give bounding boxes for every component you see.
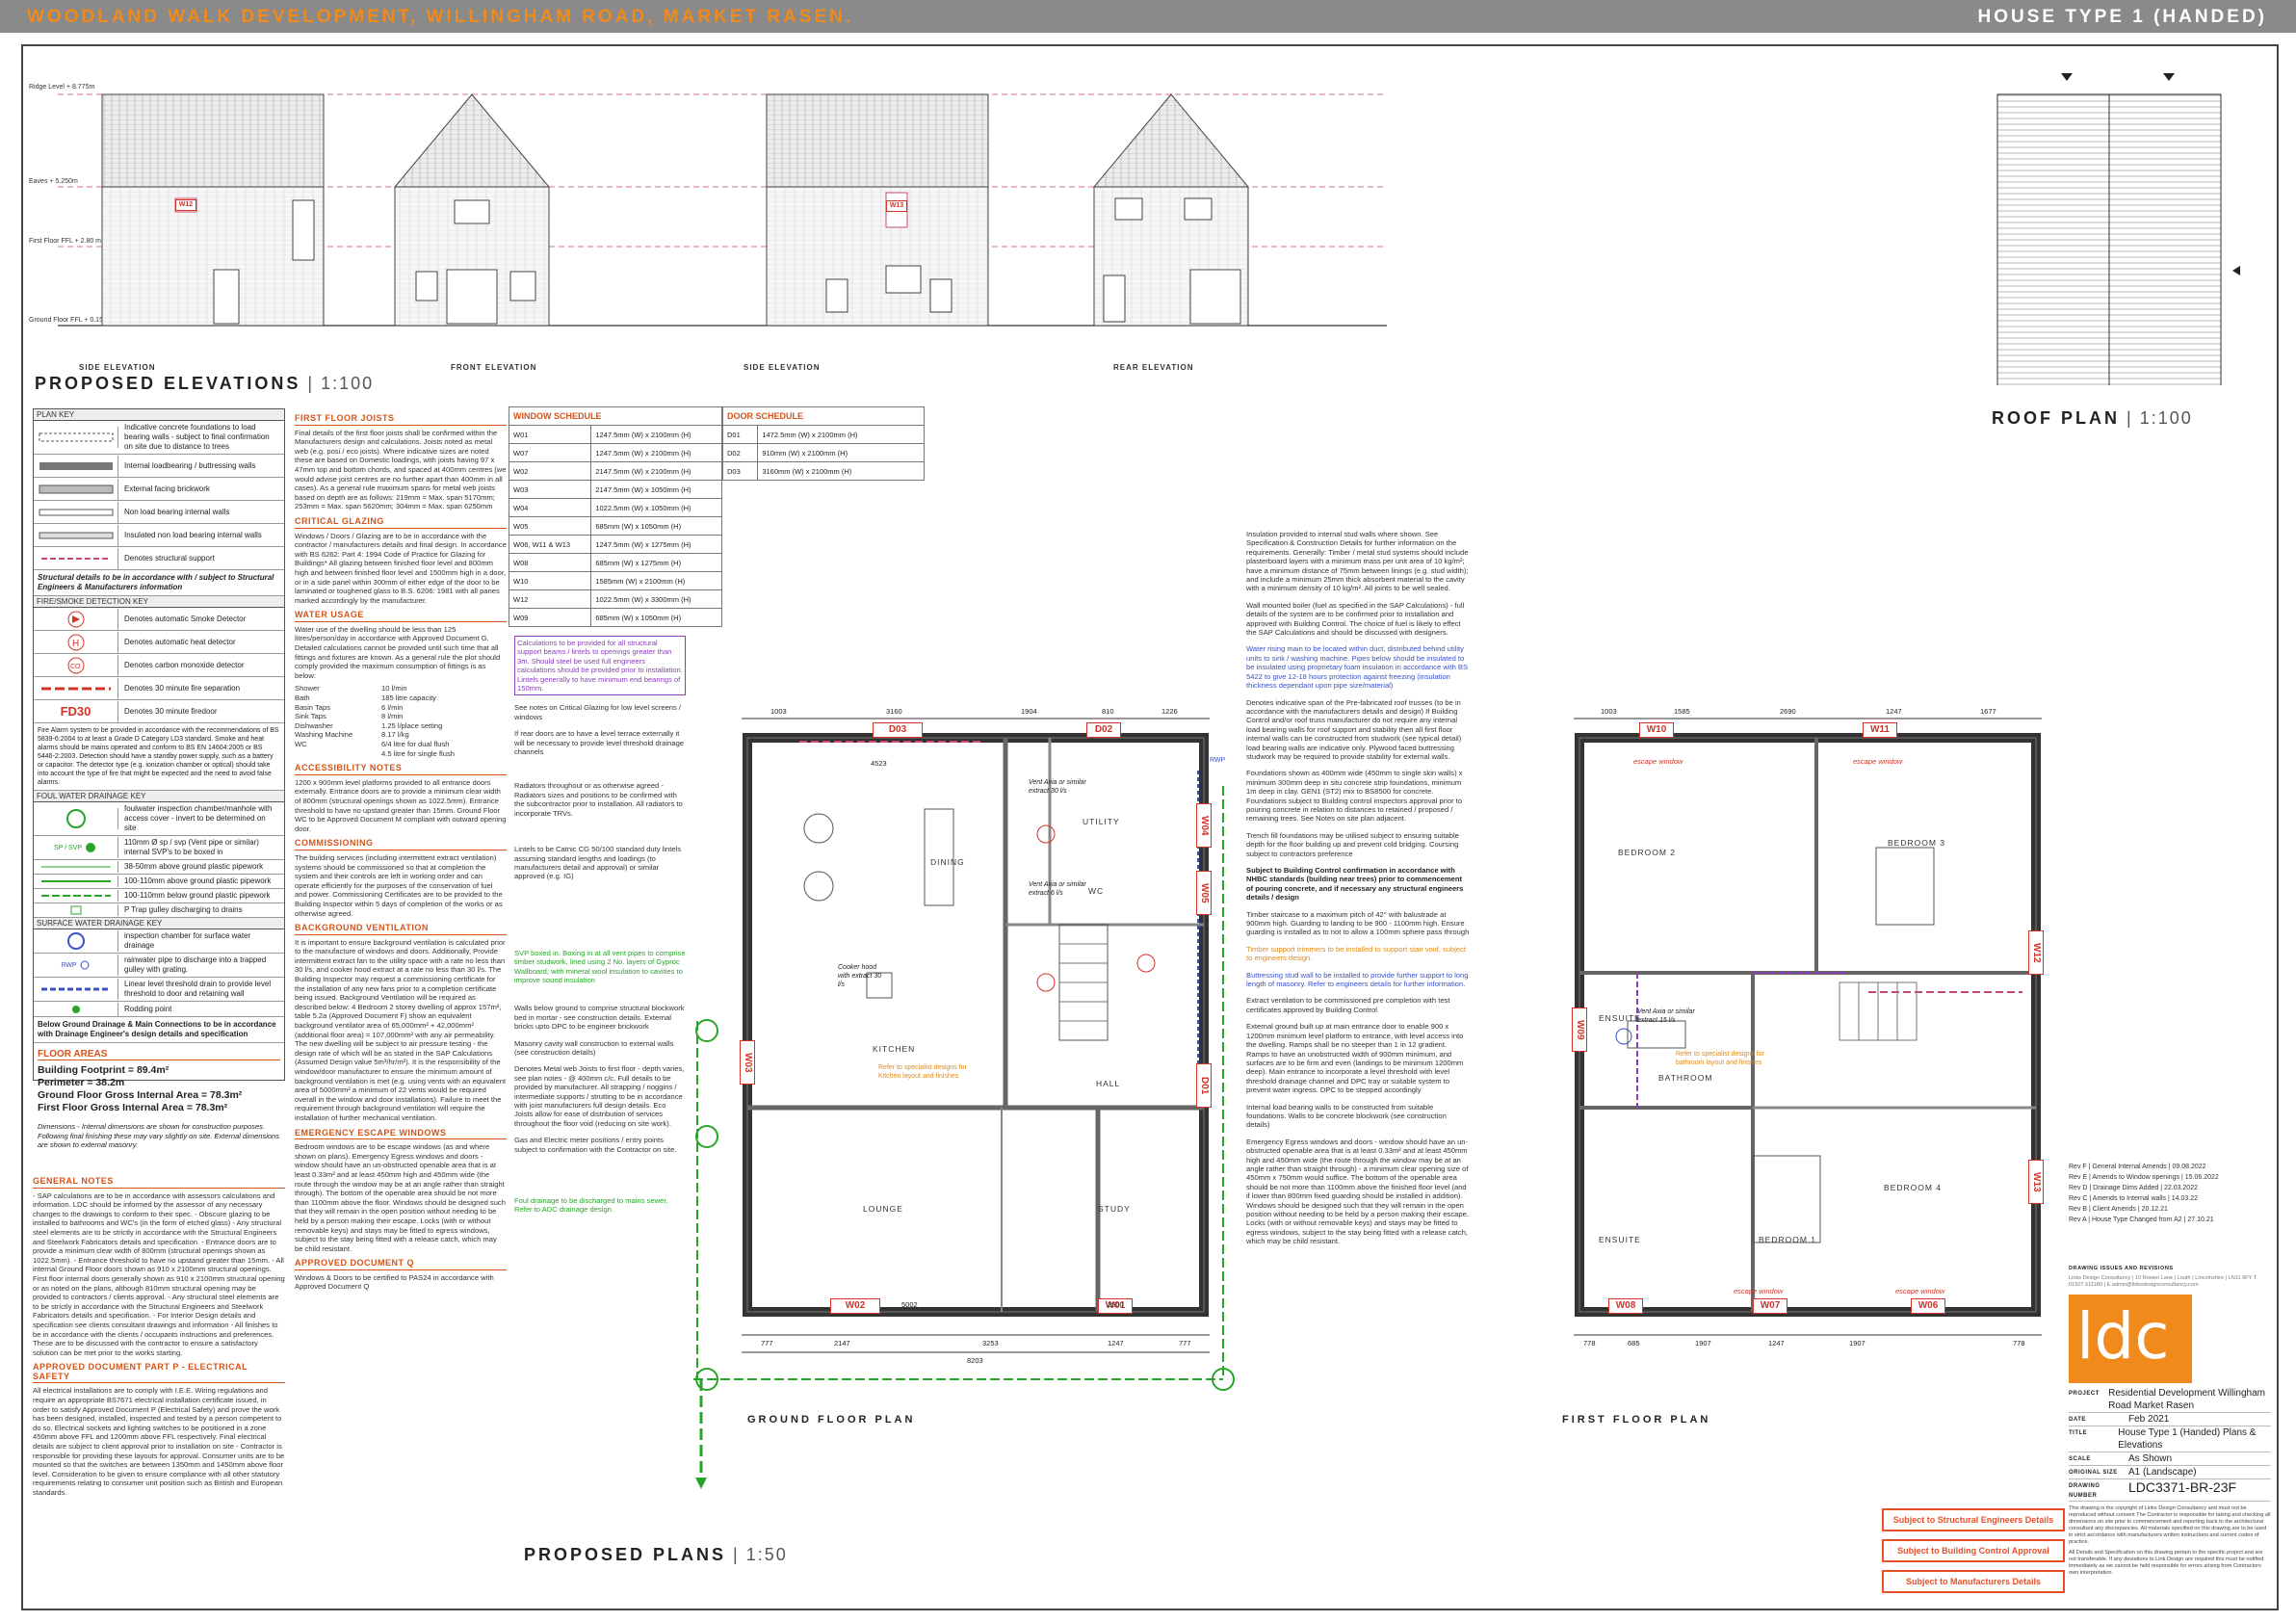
tag-d03: D03 <box>873 722 923 738</box>
ff-dim-top-3: 2690 <box>1780 707 1796 716</box>
dim-top-5: 1226 <box>1161 707 1178 716</box>
title-block: Rev F | General Internal Amends | 09.08.… <box>2069 1162 2271 1601</box>
tag-w11: W11 <box>1863 722 1897 738</box>
tag-w03: W03 <box>740 1040 755 1085</box>
dim-inner-bottom-1: 5002 <box>901 1300 918 1309</box>
room-utility: UTILITY <box>1083 817 1120 826</box>
room-bedroom-1: BEDROOM 1 <box>1759 1235 1817 1244</box>
proposed-plans-title: PROPOSED PLANS | 1:50 <box>524 1545 788 1564</box>
bathroom-design-note: Refer to specialist designs for bathroom… <box>1676 1051 1764 1066</box>
kitchen-design-note: Refer to specialist designs for Kitchen … <box>878 1064 967 1080</box>
room-wc: WC <box>1088 886 1105 896</box>
dim-bottom-1: 777 <box>761 1339 773 1347</box>
tag-w06: W06 <box>1911 1298 1945 1314</box>
tag-d02: D02 <box>1086 722 1121 738</box>
vent-note-utility: Vent Axia or similar extract 30 l/s <box>1029 779 1086 795</box>
ff-dim-bottom-5: 1907 <box>1849 1339 1866 1347</box>
practice-address: Links Design Consultancy | 10 Rowen Lane… <box>2069 1275 2257 1288</box>
escape-window-label-1: escape window <box>1633 757 1683 766</box>
room-lounge: LOUNGE <box>863 1204 903 1214</box>
room-bedroom-3: BEDROOM 3 <box>1888 838 1946 848</box>
escape-window-label-3: escape window <box>1734 1287 1784 1295</box>
drawing-issues-label: DRAWING ISSUES AND REVISIONS <box>2069 1266 2174 1271</box>
ground-floor-title: GROUND FLOOR PLAN <box>747 1414 916 1426</box>
first-floor-title: FIRST FLOOR PLAN <box>1562 1414 1711 1426</box>
room-hall: HALL <box>1096 1079 1121 1088</box>
dim-top-1: 1003 <box>770 707 787 716</box>
project-row: PROJECT Residential Development Willingha… <box>2069 1387 2271 1413</box>
tag-w13: W13 <box>2028 1160 2044 1204</box>
dim-inner-top: 4523 <box>871 759 887 768</box>
rwp-label: RWP <box>1210 757 1226 764</box>
cooker-hood-note: Cooker hood with extract 30 l/s <box>838 964 882 988</box>
dim-overall: 8203 <box>967 1356 983 1365</box>
scale-row: SCALE As Shown <box>2069 1452 2271 1466</box>
ff-dim-bottom-6: 778 <box>2013 1339 2025 1347</box>
tag-w09: W09 <box>1572 1007 1587 1052</box>
revision-item: Rev D | Drainage Dims Added | 22.03.2022 <box>2069 1185 2198 1191</box>
room-bedroom-4: BEDROOM 4 <box>1884 1183 1943 1192</box>
tag-w10: W10 <box>1639 722 1674 738</box>
room-kitchen: KITCHEN <box>873 1044 916 1054</box>
ff-dim-bottom-2: 685 <box>1628 1339 1640 1347</box>
floor-plans-drawing <box>693 718 2042 1489</box>
dim-bottom-5: 777 <box>1179 1339 1191 1347</box>
number-row: DRAWING NUMBER LDC3371-BR-23F <box>2069 1479 2271 1502</box>
ff-dim-top-2: 1585 <box>1674 707 1690 716</box>
room-bedroom-2: BEDROOM 2 <box>1618 848 1677 857</box>
title-row: TITLE House Type 1 (Handed) Plans & Eleva… <box>2069 1426 2271 1452</box>
tag-w08: W08 <box>1608 1298 1643 1314</box>
ff-dim-bottom-3: 1907 <box>1695 1339 1711 1347</box>
ldc-logo: ldc <box>2069 1295 2192 1383</box>
dim-top-3: 1904 <box>1021 707 1037 716</box>
size-row: ORIGINAL SIZE A1 (Landscape) <box>2069 1466 2271 1479</box>
room-dining: DINING <box>930 857 965 867</box>
dim-inner-bottom-2: 2500 <box>1108 1300 1124 1309</box>
revision-item: Rev F | General Internal Amends | 09.08.… <box>2069 1164 2206 1170</box>
ff-dim-bottom-4: 1247 <box>1768 1339 1785 1347</box>
disclaimer-note: All Details and Specification on this dr… <box>2069 1550 2264 1576</box>
tag-w02: W02 <box>830 1298 880 1314</box>
tag-w07: W07 <box>1753 1298 1787 1314</box>
ff-dim-top-4: 1247 <box>1886 707 1902 716</box>
escape-window-label-2: escape window <box>1853 757 1903 766</box>
dim-top-4: 810 <box>1102 707 1114 716</box>
date-row: DATE Feb 2021 <box>2069 1413 2271 1426</box>
tag-w05: W05 <box>1196 871 1212 915</box>
dim-top-2: 3160 <box>886 707 902 716</box>
subject-manufacturers: Subject to Manufacturers Details <box>1882 1570 2065 1593</box>
ff-dim-bottom-1: 778 <box>1583 1339 1596 1347</box>
room-bathroom: BATHROOM <box>1658 1073 1713 1083</box>
ground-floor-plan <box>693 718 1235 1489</box>
room-ensuite-2: ENSUITE <box>1599 1235 1641 1244</box>
ff-dim-top-1: 1003 <box>1601 707 1617 716</box>
vent-note-wc: Vent Axia or similar extract 6 l/s <box>1029 881 1086 897</box>
ff-dim-top-5: 1677 <box>1980 707 1996 716</box>
dim-bottom-2: 2147 <box>834 1339 850 1347</box>
revision-item: Rev A | House Type Changed from A2 | 27.… <box>2069 1216 2214 1223</box>
revision-item: Rev E | Amends to Window openings | 15.0… <box>2069 1174 2219 1181</box>
revision-item: Rev B | Client Amends | 20.12.21 <box>2069 1206 2168 1213</box>
copyright-note: This drawing is the copyright of Links D… <box>2069 1505 2271 1545</box>
escape-window-label-4: escape window <box>1895 1287 1945 1295</box>
dim-bottom-4: 1247 <box>1108 1339 1124 1347</box>
tag-w04: W04 <box>1196 803 1212 848</box>
tag-w12: W12 <box>2028 930 2044 975</box>
room-study: STUDY <box>1098 1204 1131 1214</box>
revision-item: Rev C | Amends to Internal walls | 14.03… <box>2069 1195 2198 1202</box>
tag-d01: D01 <box>1196 1063 1212 1108</box>
subject-building-control: Subject to Building Control Approval <box>1882 1539 2065 1562</box>
subject-structural: Subject to Structural Engineers Details <box>1882 1508 2065 1531</box>
dim-bottom-3: 3253 <box>982 1339 999 1347</box>
vent-note-first: Vent Axia or similar extract 15 l/s <box>1637 1008 1695 1024</box>
room-ensuite-1: ENSUITE <box>1599 1013 1641 1023</box>
revision-list: Rev F | General Internal Amends | 09.08.… <box>2069 1162 2271 1225</box>
